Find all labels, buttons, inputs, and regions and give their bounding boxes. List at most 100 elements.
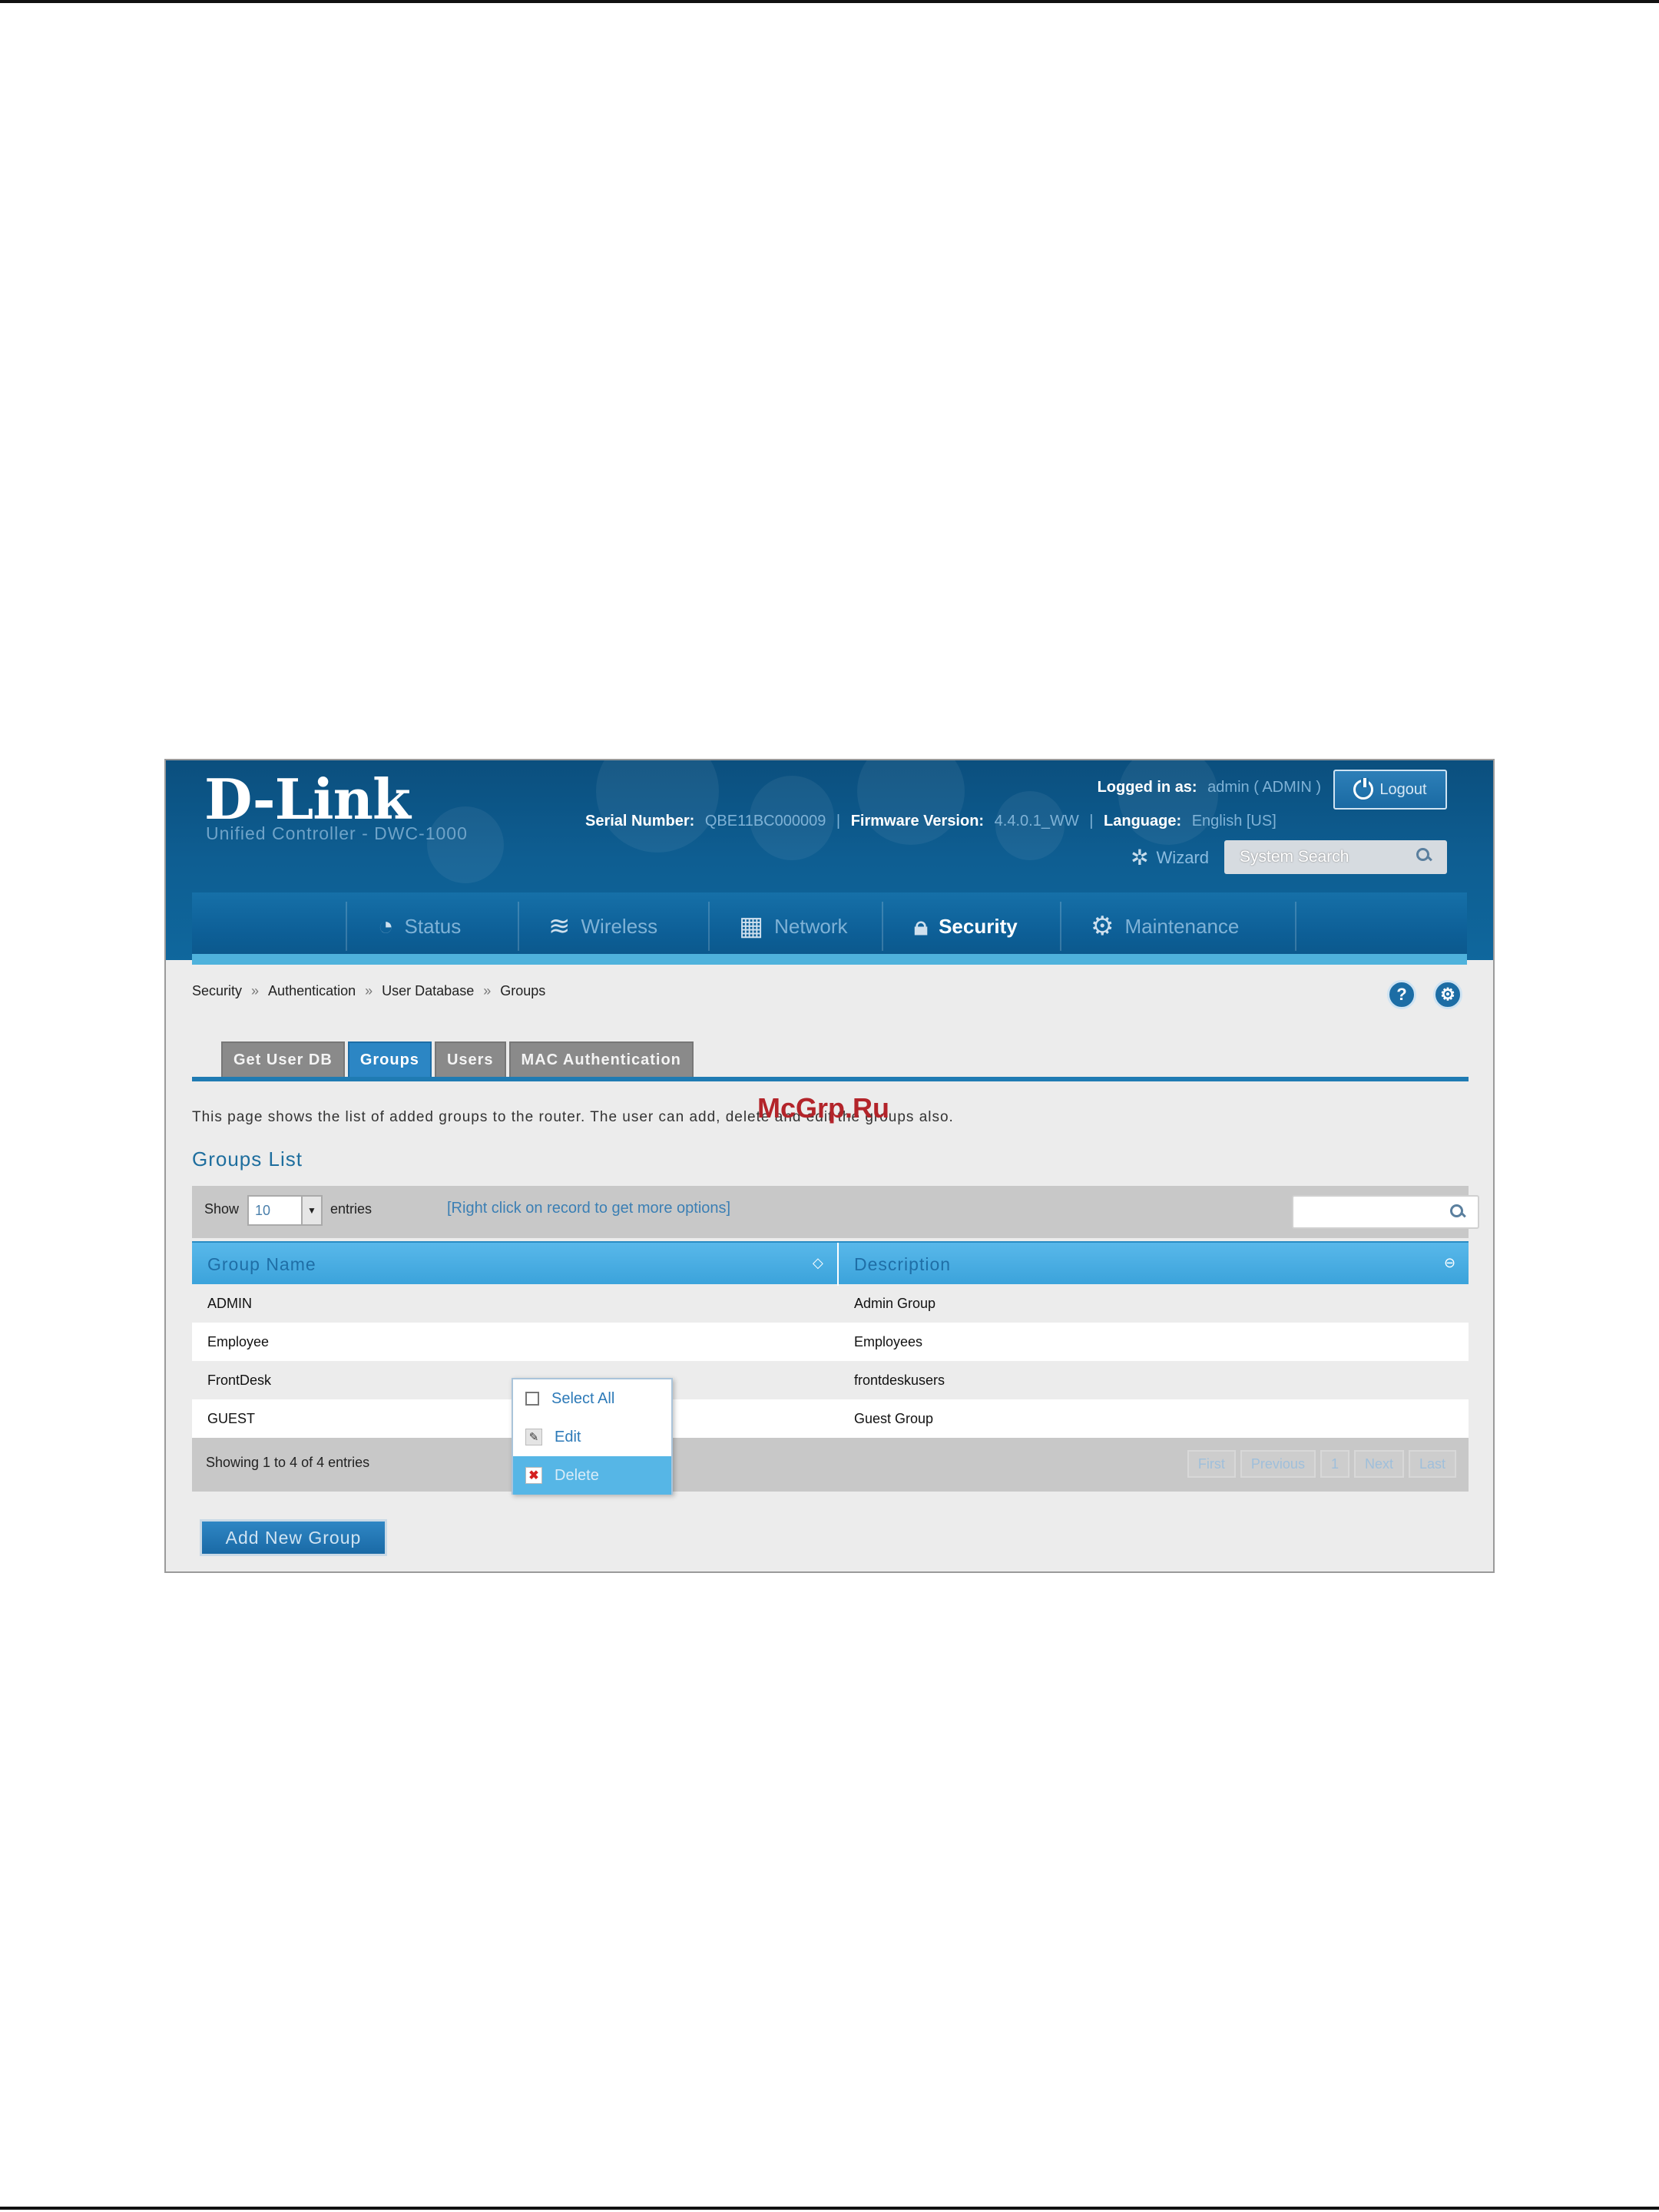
nav-item-label: Wireless (581, 914, 658, 938)
section-title: Groups List (192, 1147, 303, 1171)
cell-description: Employees (854, 1333, 923, 1349)
logout-label: Logout (1379, 780, 1427, 798)
nav-item-security[interactable]: 🔒︎ Security (914, 892, 1018, 960)
logged-in-info: Logged in as: admin ( ADMIN ) (1097, 779, 1321, 796)
search-icon (1449, 1203, 1467, 1221)
serial-label: Serial Number: (585, 813, 695, 830)
pencil-icon: ✎ (525, 1429, 542, 1445)
watermark-text: McGrp.Ru (757, 1092, 890, 1124)
context-menu-label: Edit (555, 1428, 581, 1445)
entries-per-page-select[interactable]: 10 ▼ (247, 1195, 323, 1226)
pager-first-button[interactable]: First (1187, 1450, 1236, 1478)
table-row[interactable]: FrontDesk frontdeskusers (192, 1361, 1469, 1399)
tab-users[interactable]: Users (434, 1041, 506, 1077)
language-label: Language: (1104, 813, 1182, 830)
serial-firmware-info: Serial Number: QBE11BC000009 | Firmware … (585, 813, 1277, 830)
table-row[interactable]: GUEST Guest Group (192, 1399, 1469, 1438)
column-header-description[interactable]: Description ⊖ (839, 1243, 1469, 1286)
entries-count: Showing 1 to 4 of 4 entries (206, 1455, 370, 1470)
logged-in-label: Logged in as: (1097, 779, 1197, 796)
context-menu-edit[interactable]: ✎ Edit (513, 1418, 671, 1456)
table-footer: Showing 1 to 4 of 4 entries First Previo… (192, 1438, 1469, 1492)
show-label: Show (204, 1201, 240, 1217)
breadcrumb: Security» Authentication» User Database» Gr… (192, 983, 546, 998)
wizard-link[interactable]: ✲ Wizard (1131, 845, 1209, 870)
cell-group-name: Employee (207, 1333, 270, 1349)
pager-page-1[interactable]: 1 (1320, 1450, 1349, 1478)
power-icon (1353, 778, 1374, 800)
context-menu: Select All ✎ Edit ✖ Delete (512, 1378, 673, 1495)
nav-item-label: Maintenance (1124, 914, 1240, 938)
nav-item-maintenance[interactable]: ⚙ Maintenance (1091, 892, 1239, 960)
context-menu-label: Select All (551, 1389, 615, 1407)
nav-item-wireless[interactable]: ≋ Wireless (548, 892, 657, 960)
dlink-logo: D-Link (204, 767, 411, 832)
lock-icon: 🔒︎ (914, 911, 929, 941)
tab-groups[interactable]: Groups (347, 1041, 432, 1077)
table-header: Group Name ◇ Description ⊖ (192, 1241, 1469, 1286)
table-row[interactable]: ADMIN Admin Group (192, 1284, 1469, 1323)
pagination: First Previous 1 Next Last (1187, 1450, 1456, 1478)
firmware-value: 4.4.0.1_WW (994, 813, 1079, 830)
table-row[interactable]: Employee Employees (192, 1323, 1469, 1361)
add-new-group-button[interactable]: Add New Group (200, 1519, 387, 1556)
wifi-icon: ≋ (548, 912, 571, 941)
cell-description: Guest Group (854, 1410, 934, 1426)
checkbox-icon (525, 1392, 539, 1406)
table-search-input[interactable] (1292, 1195, 1479, 1229)
gears-icon: ⚙ (1091, 912, 1114, 941)
help-icon[interactable]: ? (1387, 980, 1416, 1009)
breadcrumb-item[interactable]: Authentication (268, 983, 356, 998)
right-click-hint: [Right click on record to get more optio… (447, 1200, 731, 1217)
app-window: D-Link Unified Controller - DWC-1000 Ser… (164, 759, 1495, 1573)
entries-label: entries (330, 1201, 373, 1217)
breadcrumb-item[interactable]: User Database (382, 983, 474, 998)
serial-value: QBE11BC000009 (704, 813, 826, 830)
logged-in-role: ADMIN (1262, 779, 1312, 796)
tab-bar: Get User DB Groups Users MAC Authenticat… (221, 1041, 694, 1077)
cell-description: frontdeskusers (854, 1372, 945, 1388)
gauge-icon: ◔ (378, 911, 394, 941)
logout-button[interactable]: Logout (1333, 770, 1447, 810)
nav-item-label: Network (774, 914, 848, 938)
system-search-input[interactable]: System Search (1224, 840, 1447, 874)
delete-x-icon: ✖ (525, 1467, 542, 1484)
main-nav: ◔ Status ≋ Wireless ▦ Network 🔒︎ Securit… (192, 892, 1467, 960)
nav-item-network[interactable]: ▦ Network (739, 892, 847, 960)
cell-description: Admin Group (854, 1295, 936, 1311)
wand-icon: ✲ (1131, 846, 1149, 869)
nav-underline (192, 954, 1467, 965)
breadcrumb-item[interactable]: Security (192, 983, 242, 998)
logged-in-user[interactable]: admin (1207, 779, 1249, 796)
sort-icon[interactable]: ◇ (813, 1255, 830, 1272)
context-menu-delete[interactable]: ✖ Delete (513, 1456, 671, 1495)
tab-underline (192, 1077, 1469, 1081)
context-menu-label: Delete (555, 1466, 599, 1484)
cell-group-name: ADMIN (207, 1295, 252, 1311)
pager-next-button[interactable]: Next (1353, 1450, 1404, 1478)
page-top-rule (0, 0, 1659, 3)
entries-per-page-value: 10 (255, 1203, 271, 1218)
product-subtitle: Unified Controller - DWC-1000 (206, 823, 468, 843)
wizard-label: Wizard (1156, 847, 1209, 867)
context-menu-select-all[interactable]: Select All (513, 1379, 671, 1418)
tab-mac-authentication[interactable]: MAC Authentication (508, 1041, 694, 1077)
pager-previous-button[interactable]: Previous (1240, 1450, 1316, 1478)
sort-icon[interactable]: ⊖ (1444, 1255, 1461, 1272)
groups-table: Group Name ◇ Description ⊖ ADMIN Admin G… (192, 1241, 1469, 1438)
nav-item-status[interactable]: ◔ Status (378, 892, 461, 960)
tab-get-user-db[interactable]: Get User DB (221, 1041, 345, 1077)
table-toolbar: Show 10 ▼ entries [Right click on record… (192, 1186, 1479, 1238)
system-search-placeholder: System Search (1240, 848, 1349, 866)
pager-last-button[interactable]: Last (1408, 1450, 1456, 1478)
nav-item-label: Security (939, 914, 1018, 938)
firmware-label: Firmware Version: (850, 813, 985, 830)
column-header-group-name[interactable]: Group Name ◇ (192, 1243, 839, 1286)
search-icon[interactable] (1415, 846, 1433, 865)
network-icon: ▦ (739, 912, 764, 941)
nav-item-label: Status (404, 914, 462, 938)
gear-icon[interactable]: ⚙ (1433, 980, 1462, 1009)
page-bottom-rule (0, 2207, 1659, 2210)
language-link[interactable]: English [US] (1192, 813, 1277, 830)
chevron-down-icon[interactable]: ▼ (301, 1197, 321, 1224)
